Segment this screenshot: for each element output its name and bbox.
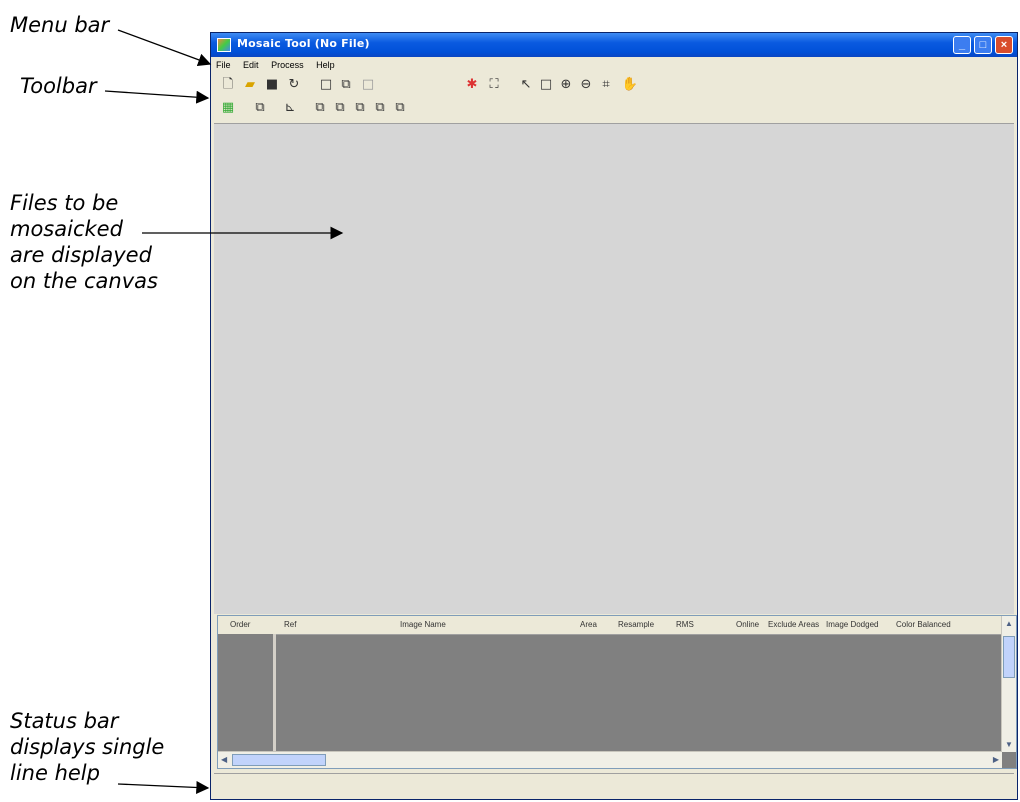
column-header-exclude-areas[interactable]: Exclude Areas <box>768 620 819 629</box>
scroll-up-icon[interactable]: ▲ <box>1005 619 1013 628</box>
row-header-column <box>218 634 276 752</box>
new-file-icon[interactable]: 🗋 <box>219 76 237 94</box>
menu-bar: File Edit Process Help <box>211 57 1017 75</box>
column-header-rms[interactable]: RMS <box>676 620 694 629</box>
run-icon[interactable]: ✱ <box>463 76 481 94</box>
canvas-callout-line: Files to be <box>10 191 119 215</box>
pan-hand-icon[interactable]: ✋ <box>621 76 639 94</box>
column-header-online[interactable]: Online <box>736 620 759 629</box>
vertical-scrollbar[interactable]: ▲ ▼ <box>1001 616 1016 752</box>
menu-bar-arrow <box>117 29 212 67</box>
reverse-order-icon[interactable]: ⧉ <box>391 99 409 117</box>
grid-view-icon[interactable]: ▦ <box>219 99 237 117</box>
column-header-ref[interactable]: Ref <box>284 620 296 629</box>
save-icon[interactable]: ■ <box>263 76 281 94</box>
scroll-right-icon[interactable]: ▶ <box>993 755 999 764</box>
toolbar-row-2: ▦ ⧉ ⊾ ⧉ ⧉ ⧉ ⧉ ⧉ <box>211 99 1017 123</box>
column-header-color-balanced[interactable]: Color Balanced <box>896 620 951 629</box>
scroll-down-icon[interactable]: ▼ <box>1005 740 1013 749</box>
bring-to-top-icon[interactable]: ⧉ <box>311 99 329 117</box>
pointer-icon[interactable]: ↖ <box>517 76 535 94</box>
send-to-bottom-icon[interactable]: ⧉ <box>371 99 389 117</box>
toolbar-row-1: 🗋 ▰ ■ ↻ □ ⧉ □ ✱ ⛶ ↖ □ ⊕ ⊖ ⌗ ✋ <box>211 76 1017 100</box>
open-folder-icon[interactable]: ▰ <box>241 76 259 94</box>
column-header-area[interactable]: Area <box>580 620 597 629</box>
column-header-image-name[interactable]: Image Name <box>400 620 446 629</box>
mosaic-canvas[interactable] <box>214 123 1014 614</box>
status-callout-line: Status bar <box>10 709 119 733</box>
blank-square-icon[interactable]: □ <box>359 76 377 94</box>
status-bar <box>214 773 1014 796</box>
chart-icon[interactable]: ⊾ <box>281 99 299 117</box>
crop-icon[interactable]: ⌗ <box>597 76 615 94</box>
vertical-scroll-thumb[interactable] <box>1003 636 1015 678</box>
rectangle-select-icon[interactable]: □ <box>317 76 335 94</box>
zoom-in-icon[interactable]: ⊕ <box>557 76 575 94</box>
menu-bar-callout: Menu bar <box>10 13 110 37</box>
status-callout-line: displays single <box>10 735 165 759</box>
window-title: Mosaic Tool (No File) <box>237 37 370 50</box>
menu-file[interactable]: File <box>211 57 236 70</box>
mosaic-tool-window: Mosaic Tool (No File) _ □ × File Edit Pr… <box>210 32 1018 800</box>
fit-icon[interactable]: ⛶ <box>485 76 503 94</box>
horizontal-scrollbar[interactable]: ◀ ▶ <box>218 751 1002 768</box>
toolbar-arrow <box>104 90 210 104</box>
zoom-out-icon[interactable]: ⊖ <box>577 76 595 94</box>
toolbar-callout: Toolbar <box>20 74 97 98</box>
menu-edit[interactable]: Edit <box>238 57 264 70</box>
column-header-image-dodged[interactable]: Image Dodged <box>826 620 878 629</box>
canvas-callout: Files to be mosaicked are displayed on t… <box>10 190 158 294</box>
column-header-resample[interactable]: Resample <box>618 620 654 629</box>
maximize-button[interactable]: □ <box>974 36 992 54</box>
table-header: Order Ref Image Name Area Resample RMS O… <box>218 616 1002 635</box>
horizontal-scroll-thumb[interactable] <box>232 754 326 766</box>
select-box-icon[interactable]: □ <box>537 76 555 94</box>
send-backward-icon[interactable]: ⧉ <box>351 99 369 117</box>
minimize-button[interactable]: _ <box>953 36 971 54</box>
save-as-icon[interactable]: ↻ <box>285 76 303 94</box>
layer-icon[interactable]: ⧉ <box>251 99 269 117</box>
canvas-callout-line: are displayed <box>10 243 152 267</box>
column-header-order[interactable]: Order <box>230 620 250 629</box>
status-callout-line: line help <box>10 761 100 785</box>
bring-forward-icon[interactable]: ⧉ <box>331 99 349 117</box>
title-bar[interactable]: Mosaic Tool (No File) _ □ × <box>211 33 1017 57</box>
menu-process[interactable]: Process <box>266 57 309 70</box>
image-list-table[interactable]: Order Ref Image Name Area Resample RMS O… <box>217 615 1017 769</box>
copy-icon[interactable]: ⧉ <box>337 76 355 94</box>
scroll-left-icon[interactable]: ◀ <box>221 755 227 764</box>
menu-help[interactable]: Help <box>311 57 340 70</box>
canvas-callout-line: mosaicked <box>10 217 123 241</box>
status-bar-callout: Status bar displays single line help <box>10 708 164 786</box>
close-button[interactable]: × <box>995 36 1013 54</box>
app-icon <box>217 38 231 52</box>
canvas-callout-line: on the canvas <box>10 269 158 293</box>
